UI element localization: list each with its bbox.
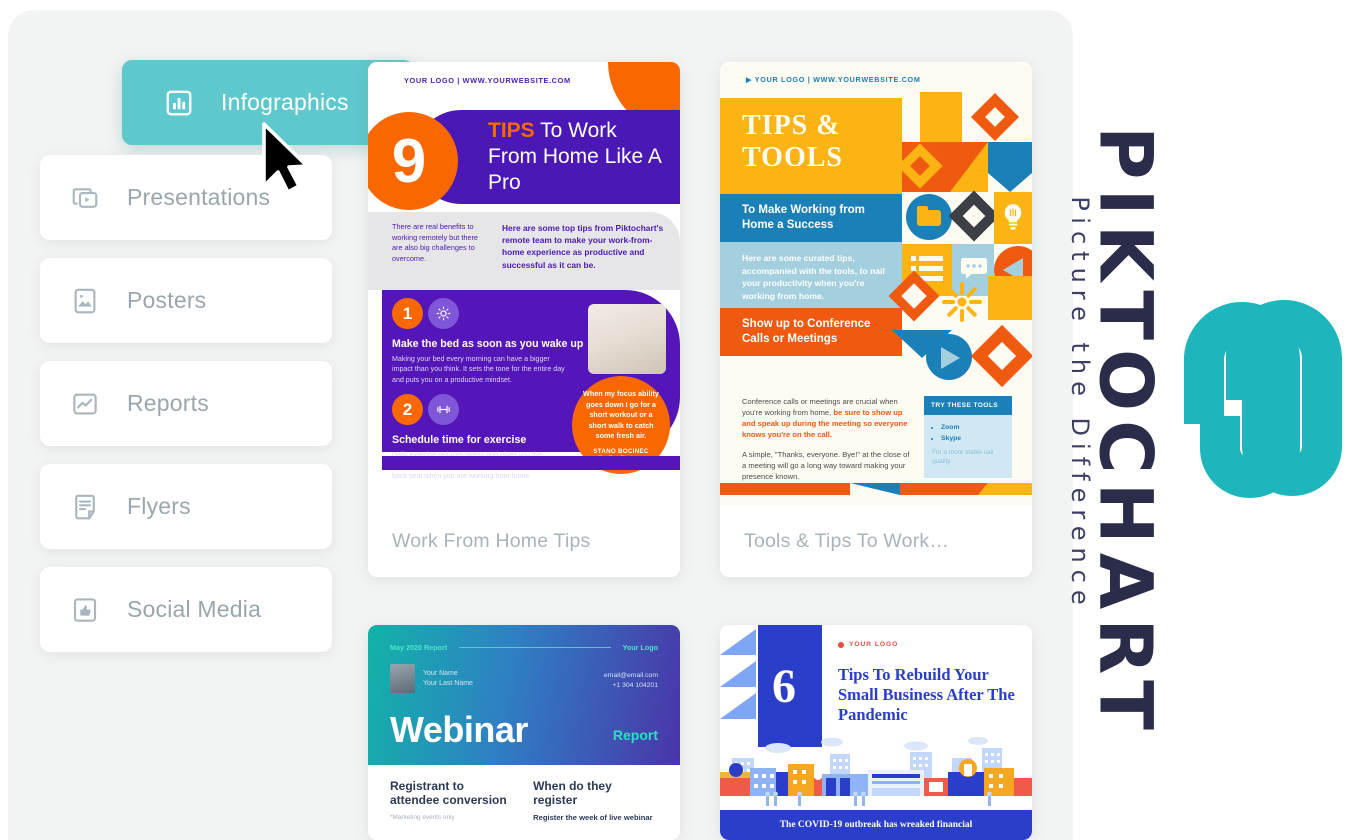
pentagon-icon: [988, 142, 1032, 192]
intro-text: Here are some curated tips, accompanied …: [742, 253, 885, 301]
template-caption: Work From Home Tips: [392, 529, 591, 552]
piktochart-logo-mark: [1178, 296, 1344, 536]
template-thumbnail: 6 YOUR LOGO Tips To Rebuild Your Small B…: [720, 625, 1032, 840]
chat-bubble-icon: [961, 258, 987, 280]
column-heading: When do they register: [533, 779, 612, 807]
brand-wordmark: PIKTOCHART: [1083, 40, 1168, 800]
sun-icon: [428, 298, 459, 329]
tip-heading: Make the bed as soon as you wake up: [392, 338, 584, 350]
template-thumbnail: YOUR LOGO | WWW.YOURWEBSITE.COM 9 TIPS T…: [368, 62, 680, 505]
person-last-name: Your Last Name: [423, 679, 473, 687]
template-card-rebuild-small-business[interactable]: 6 YOUR LOGO Tips To Rebuild Your Small B…: [720, 625, 1032, 840]
document-icon: [70, 492, 100, 522]
sidebar-item-reports[interactable]: Reports: [40, 361, 332, 446]
image-icon: [70, 286, 100, 316]
logo-dot-icon: [838, 641, 844, 648]
app-frame: Infographics Presentations Posters Repor…: [8, 10, 1073, 840]
template-thumbnail: May 2020 Report Your Logo Your Name Your…: [368, 625, 680, 840]
tip-number: 2: [392, 394, 423, 425]
footer-text: The COVID-19 outbreak has wreaked financ…: [779, 820, 973, 830]
slides-icon: [70, 183, 100, 213]
sidebar-item-label: Reports: [127, 390, 209, 416]
sidebar-item-posters[interactable]: Posters: [40, 258, 332, 343]
tools-item: Zoom: [941, 422, 1004, 433]
quote-author: STANO BOCINEC: [593, 447, 649, 455]
bulb-icon: [1003, 201, 1023, 233]
hero-subtitle: To Make Working from Home a Success: [742, 204, 865, 231]
hero-title-accent: TIPS: [488, 119, 535, 142]
body-text-2: A simple, "Thanks, everyone. Bye!" at th…: [742, 450, 910, 481]
hero-title: Webinar: [390, 709, 528, 750]
template-logo-text: YOUR LOGO | WWW.YOURWEBSITE.COM: [404, 76, 571, 85]
intro-right: Here are some top tips from Piktochart's…: [502, 223, 664, 270]
sunburst-icon: [940, 280, 984, 324]
template-card-work-from-home-tips[interactable]: YOUR LOGO | WWW.YOURWEBSITE.COM 9 TIPS T…: [368, 62, 680, 577]
contact-phone: +1 304 104201: [612, 682, 658, 689]
quote-text: When my focus ability goes down I go for…: [583, 389, 659, 441]
bar-chart-icon: [164, 88, 194, 118]
template-card-webinar-report[interactable]: May 2020 Report Your Logo Your Name Your…: [368, 625, 680, 840]
tools-heading: TRY THESE TOOLS: [924, 396, 1012, 415]
template-logo-text: YOUR LOGO: [838, 641, 898, 648]
mouse-pointer-icon: [258, 120, 312, 196]
divider: [459, 647, 611, 648]
sidebar-item-label: Social Media: [127, 596, 262, 622]
sidebar-item-label: Infographics: [221, 89, 349, 115]
template-caption: Tools & Tips To Work…: [744, 529, 950, 552]
sidebar-item-label: Flyers: [127, 493, 191, 519]
geometric-icon-grid-lower: [888, 270, 1032, 388]
template-logo-text: ▶ YOUR LOGO | WWW.YOURWEBSITE.COM: [746, 75, 921, 84]
sidebar-item-label: Presentations: [127, 184, 271, 210]
left-column: TIPS & TOOLS To Make Working from Home a…: [720, 98, 902, 356]
tools-item: Skype: [941, 433, 1004, 444]
tip-heading: Schedule time for exercise: [392, 434, 527, 446]
sidebar-item-label: Posters: [127, 287, 207, 313]
try-these-tools-box: TRY THESE TOOLS Zoom Skype For a more st…: [924, 396, 1012, 482]
column-heading: Registrant to attendee conversion: [390, 779, 507, 807]
your-logo-label: Your Logo: [622, 643, 658, 652]
avatar: [390, 664, 415, 693]
geometric-icon-grid: [897, 92, 1032, 296]
footer-bars: [720, 483, 1032, 495]
hero-title: TIPS To Work From Home Like A Pro: [488, 118, 670, 196]
line-chart-icon: [70, 389, 100, 419]
hero-title: Tips To Rebuild Your Small Business Afte…: [838, 665, 1015, 724]
template-card-tools-and-tips[interactable]: ▶ YOUR LOGO | WWW.YOURWEBSITE.COM TIPS &…: [720, 62, 1032, 577]
sidebar-item-social-media[interactable]: Social Media: [40, 567, 332, 652]
panel-footer-bar: [382, 456, 680, 470]
bedroom-photo: [588, 304, 666, 374]
person-first-name: Your Name: [423, 669, 458, 677]
section-heading: Show up to Conference Calls or Meetings: [742, 318, 871, 345]
template-thumbnail: ▶ YOUR LOGO | WWW.YOURWEBSITE.COM TIPS &…: [720, 62, 1032, 505]
brand-tagline: Picture the Difference: [1040, 60, 1094, 780]
tools-note: For a more stable call quality.: [932, 449, 994, 465]
thumbs-up-icon: [70, 595, 100, 625]
column-subtext: Register the week of live webinar: [533, 813, 653, 822]
city-illustration: [720, 732, 1032, 810]
intro-left: There are real benefits to working remot…: [392, 222, 478, 263]
tip-body: Making your bed every morning can have a…: [392, 355, 565, 384]
column-note: *Marketing events only: [390, 814, 455, 821]
dumbbell-icon: [428, 394, 459, 425]
hero-title: TIPS & TOOLS: [742, 110, 843, 173]
tip-number: 1: [392, 298, 423, 329]
footer-banner: The COVID-19 outbreak has wreaked financ…: [720, 810, 1032, 840]
brand-wordmark-text: PIKTOCHART: [1082, 126, 1168, 739]
report-label: May 2020 Report: [390, 643, 448, 652]
sidebar-item-flyers[interactable]: Flyers: [40, 464, 332, 549]
contact-email: email@email.com: [603, 672, 658, 679]
hero-number: 6: [772, 660, 796, 713]
hero-badge: Report: [612, 727, 658, 743]
